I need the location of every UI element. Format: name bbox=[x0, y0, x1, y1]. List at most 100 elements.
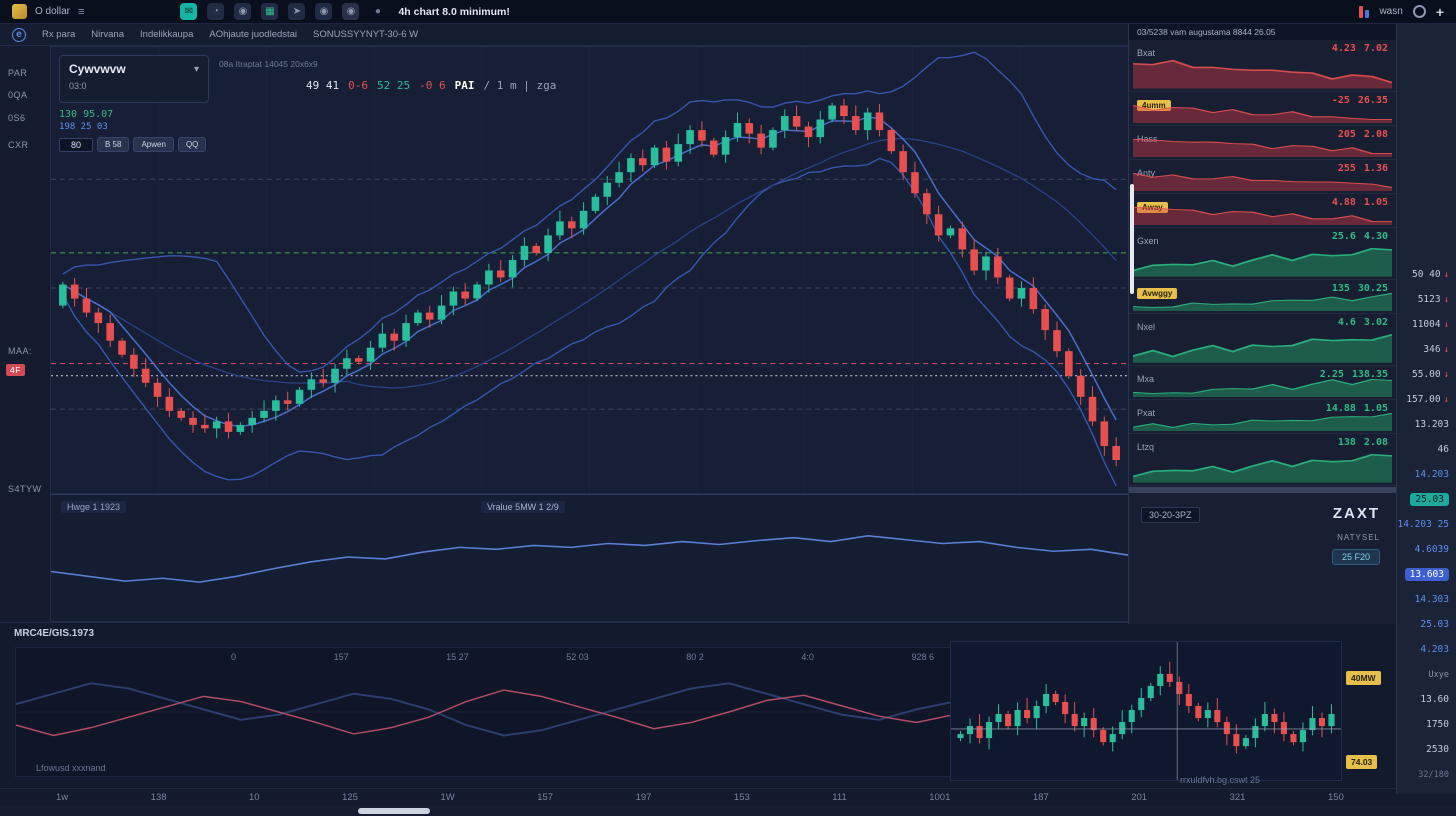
ohlc-segment: -0 6 bbox=[419, 79, 446, 92]
toolbar-tabs: Rx para Nirvana Indelikkaupa AOhjaute juodl… bbox=[42, 29, 418, 40]
globe2-icon[interactable]: ◉ bbox=[315, 3, 332, 20]
watchlist-row[interactable]: 4umm-2526.35 bbox=[1129, 92, 1396, 126]
time-tick: 111 bbox=[832, 792, 846, 803]
axis-label: MAA: bbox=[8, 346, 32, 356]
session-label: wasn bbox=[1379, 6, 1402, 17]
toolbar-tab[interactable]: AOhjaute juodledstai bbox=[209, 29, 297, 40]
watchlist-row[interactable]: Mxa2.25138.35 bbox=[1129, 366, 1396, 400]
axis-label: 0QA bbox=[8, 90, 28, 100]
watchlist-row[interactable]: Avwggy13530.25 bbox=[1129, 280, 1396, 314]
globe-icon[interactable]: ◉ bbox=[234, 3, 251, 20]
price-level[interactable]: 4.6039 bbox=[1397, 537, 1456, 562]
toolbar-tab[interactable]: SONUSSYYNYT-30-6 W bbox=[313, 29, 418, 40]
indicator-pane: Hwge 1 1923 Vralue 5MW 1 2/9 bbox=[50, 494, 1128, 622]
chart-hscrollbar[interactable] bbox=[0, 806, 1456, 816]
oscillator-tick: 928 6 bbox=[911, 652, 934, 662]
ohlc-segment: 52 25 bbox=[377, 79, 410, 92]
watchlist-row[interactable]: Gxen25.64.30 bbox=[1129, 228, 1396, 280]
oscillator-canvas[interactable] bbox=[16, 648, 954, 776]
pin-icon[interactable]: ● bbox=[369, 3, 386, 20]
time-tick: 138 bbox=[151, 792, 167, 803]
ohlc-segment: / 1 m | zga bbox=[484, 79, 557, 92]
price-level[interactable]: 32/180 bbox=[1397, 762, 1456, 787]
price-level[interactable]: 11004↓ bbox=[1397, 312, 1456, 337]
down-arrow-icon: ↓ bbox=[1444, 345, 1449, 355]
footer-chip[interactable]: 25 F20 bbox=[1332, 549, 1380, 565]
price-level[interactable]: 4.203 bbox=[1397, 637, 1456, 662]
price-level[interactable]: 25.03 bbox=[1397, 487, 1456, 512]
price-level[interactable]: 346↓ bbox=[1397, 337, 1456, 362]
ohlc-readout: 49 410-652 25-0 6PAI/ 1 m | zga bbox=[306, 79, 556, 92]
price-level[interactable]: 25.03 bbox=[1397, 612, 1456, 637]
broker-logo[interactable]: e bbox=[12, 28, 26, 42]
trade-button[interactable]: B 58 bbox=[97, 137, 129, 152]
price-level[interactable]: 5123↓ bbox=[1397, 287, 1456, 312]
toolbar-tab[interactable]: Nirvana bbox=[91, 29, 124, 40]
watchlist-row[interactable]: Bxat4.237.02 bbox=[1129, 40, 1396, 92]
hscrollbar-thumb[interactable] bbox=[358, 808, 430, 814]
add-button[interactable]: + bbox=[1436, 4, 1444, 20]
quote-values: 2052.08 bbox=[1338, 129, 1388, 140]
price-level[interactable]: 1750 bbox=[1397, 712, 1456, 737]
globe3-icon[interactable]: ◉ bbox=[342, 3, 359, 20]
ohlc-segment: 0-6 bbox=[348, 79, 368, 92]
watchlist-row[interactable]: Nxel4.63.02 bbox=[1129, 314, 1396, 366]
price-level[interactable]: 13.603 bbox=[1397, 562, 1456, 587]
price-level[interactable]: 46 bbox=[1397, 437, 1456, 462]
ohlc-segment: 49 41 bbox=[306, 79, 339, 92]
price-level[interactable]: 14.303 bbox=[1397, 587, 1456, 612]
quote-values: -2526.35 bbox=[1332, 95, 1388, 106]
bottom-indicator-title: MRC4E/GIS.1973 bbox=[14, 628, 94, 639]
filter-icon[interactable]: ≡ bbox=[78, 6, 84, 18]
price-level[interactable]: 2530 bbox=[1397, 737, 1456, 762]
bars-icon[interactable] bbox=[1359, 6, 1369, 18]
account-label: O dollar bbox=[35, 6, 70, 17]
indicator-canvas[interactable] bbox=[51, 495, 1128, 621]
trade-button[interactable]: Apwen bbox=[133, 137, 173, 152]
time-tick: 1W bbox=[440, 792, 454, 803]
symbol-timeframe: 03:0 bbox=[69, 81, 199, 91]
price-level[interactable]: 13.203 bbox=[1397, 412, 1456, 437]
quote-values: 1382.08 bbox=[1338, 437, 1388, 448]
price-level[interactable]: 50 40↓ bbox=[1397, 262, 1456, 287]
refresh-icon[interactable] bbox=[1413, 5, 1426, 18]
price-level[interactable]: Uxye bbox=[1397, 662, 1456, 687]
mini-chart-canvas[interactable] bbox=[951, 642, 1341, 780]
chart-mode-title: 4h chart 8.0 minimum! bbox=[398, 6, 509, 18]
symbol-selector[interactable]: Cywvwvw ▾ 03:0 bbox=[59, 55, 209, 103]
mini-sparkline bbox=[1133, 331, 1392, 363]
watchlist-row[interactable]: Pxat14.881.05 bbox=[1129, 400, 1396, 434]
footer-subtitle: NATYSEL bbox=[1337, 533, 1380, 542]
quote-values: 13530.25 bbox=[1332, 283, 1388, 294]
oscillator-tick: 0 bbox=[231, 652, 236, 662]
price-level[interactable]: 13.60 bbox=[1397, 687, 1456, 712]
watchlist-row[interactable]: Anty2551.36 bbox=[1129, 160, 1396, 194]
toolbar-tab[interactable]: Rx para bbox=[42, 29, 75, 40]
chat-icon[interactable]: ✉ bbox=[180, 3, 197, 20]
chart-icon[interactable]: ▦ bbox=[261, 3, 278, 20]
watchlist-row[interactable]: Hass2052.08 bbox=[1129, 126, 1396, 160]
watchlist-header: 03/5238 vam augustama 8844 26.05 bbox=[1129, 24, 1396, 40]
chevron-down-icon[interactable]: ▾ bbox=[194, 64, 199, 75]
price-level[interactable]: 55.00↓ bbox=[1397, 362, 1456, 387]
bell-icon[interactable]: ◔ bbox=[207, 3, 224, 20]
oscillator-note: Lfowusd xxxnand bbox=[36, 763, 106, 773]
time-tick: 197 bbox=[636, 792, 652, 803]
sidebar-scrollbar[interactable] bbox=[1130, 184, 1134, 294]
send-icon[interactable]: ➤ bbox=[288, 3, 305, 20]
price-level[interactable]: 157.00↓ bbox=[1397, 387, 1456, 412]
quote-values: 25.64.30 bbox=[1332, 231, 1388, 242]
app-logo-icon[interactable] bbox=[12, 4, 27, 19]
mini-sparkline bbox=[1133, 451, 1392, 483]
quantity-field[interactable]: 80 bbox=[59, 138, 93, 152]
watchlist-row[interactable]: Ltzq1382.08 bbox=[1129, 434, 1396, 486]
top-bar: O dollar ≡ ✉ ◔ ◉ ▦ ➤ ◉ ◉ ● 4h chart 8.0 minimum… bbox=[0, 0, 1456, 24]
trade-button[interactable]: QQ bbox=[178, 137, 206, 152]
price-level[interactable]: 14.203 bbox=[1397, 462, 1456, 487]
watchlist-row[interactable]: Away4.881.05 bbox=[1129, 194, 1396, 228]
trade-buttons: B 58 Apwen QQ bbox=[97, 137, 206, 152]
down-arrow-icon: ↓ bbox=[1444, 270, 1449, 280]
time-tick: 187 bbox=[1033, 792, 1049, 803]
toolbar-tab[interactable]: Indelikkaupa bbox=[140, 29, 193, 40]
price-level[interactable]: 14.203 25 bbox=[1397, 512, 1456, 537]
